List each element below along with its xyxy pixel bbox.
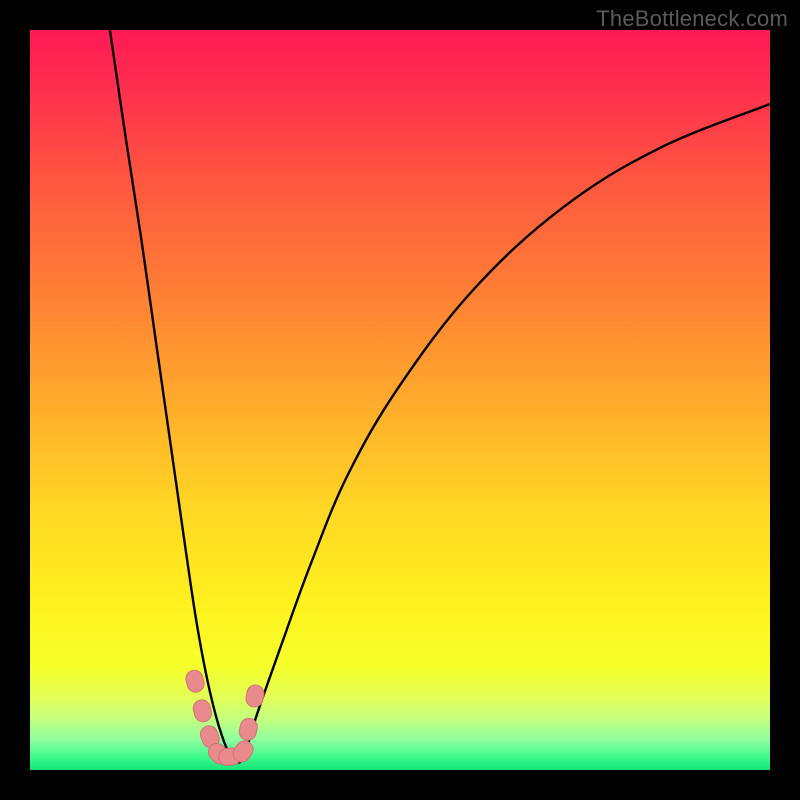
chart-frame: TheBottleneck.com [0,0,800,800]
plot-area [30,30,770,770]
watermark-text: TheBottleneck.com [596,6,788,32]
gradient-background [30,30,770,770]
chart-svg [30,30,770,770]
